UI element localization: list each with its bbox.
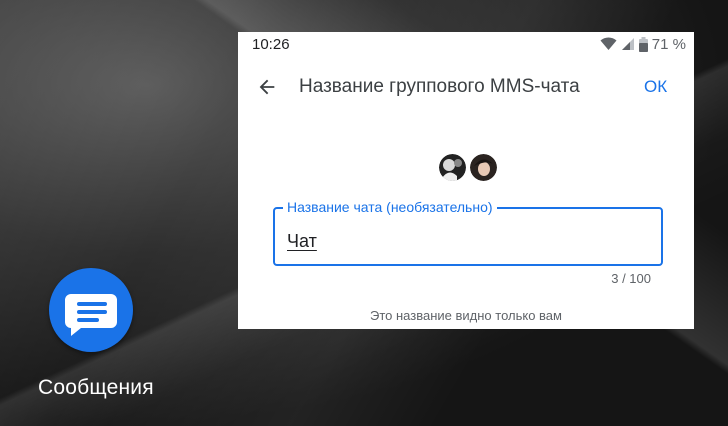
toolbar: Название группового MMS-чата ОК [238,64,694,112]
phone-screen: 10:26 71 % Название группового MMS-чата … [238,32,694,329]
battery-icon [638,36,648,52]
app-label[interactable]: Сообщения [38,376,154,400]
char-counter: 3 / 100 [611,271,651,286]
avatar [470,154,497,181]
wifi-icon [600,37,617,50]
status-time: 10:26 [252,36,290,53]
ok-button[interactable]: ОК [644,77,667,97]
messages-app-icon[interactable] [49,268,133,352]
status-icons: 71 % [600,35,686,53]
status-bar: 10:26 71 % [238,32,694,56]
participant-avatars [439,154,501,182]
arrow-back-icon[interactable] [256,76,278,98]
avatar [439,154,466,181]
messages-icon [65,294,117,336]
chat-name-input[interactable]: Чат [287,231,317,252]
chat-name-label: Название чата (необязательно) [283,199,497,215]
hint-text: Это название видно только вам [370,308,562,323]
signal-icon [621,38,634,50]
battery-percent: 71 % [651,35,686,53]
page-title: Название группового MMS-чата [299,76,580,97]
chat-name-field[interactable]: Название чата (необязательно) Чат [273,199,663,266]
